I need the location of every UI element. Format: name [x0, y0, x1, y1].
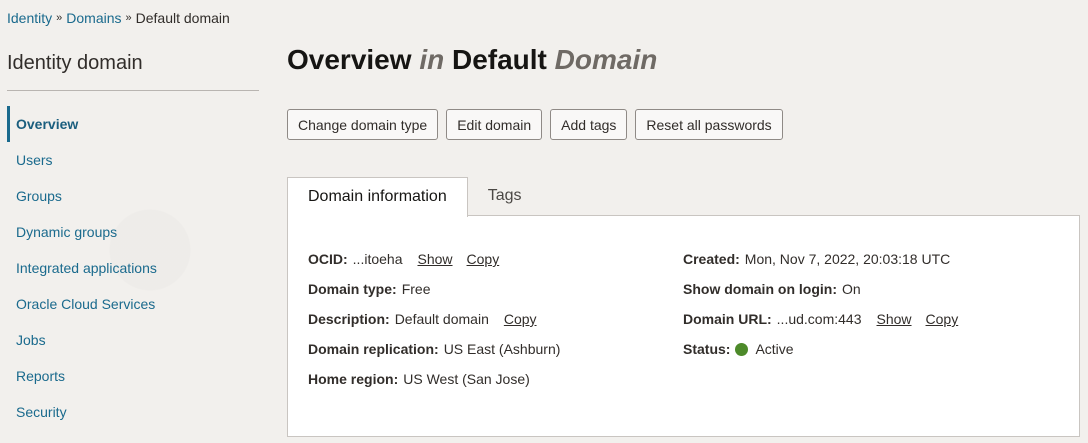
breadcrumb-separator: » — [56, 12, 63, 24]
status-active-icon — [735, 342, 749, 356]
title-overview: Overview — [287, 44, 412, 75]
home-region-row: Home region: US West (San Jose) — [308, 364, 560, 394]
ocid-label: OCID: — [308, 251, 348, 267]
action-bar: Change domain type Edit domain Add tags … — [287, 109, 783, 140]
title-in: in — [419, 44, 445, 75]
ocid-copy-link[interactable]: Copy — [467, 244, 500, 274]
sidebar-item-reports[interactable]: Reports — [0, 358, 260, 394]
sidebar-item-security[interactable]: Security — [0, 394, 260, 430]
change-domain-type-button[interactable]: Change domain type — [287, 109, 439, 140]
domain-replication-value: US East (Ashburn) — [443, 341, 561, 357]
description-row: Description: Default domain Copy — [308, 304, 560, 334]
ocid-row: OCID: ...itoeha Show Copy — [308, 244, 560, 274]
sidebar-item-groups[interactable]: Groups — [0, 178, 260, 214]
domain-replication-label: Domain replication: — [308, 341, 439, 357]
sidebar-item-oracle-cloud-services[interactable]: Oracle Cloud Services — [0, 286, 260, 322]
domain-url-value: ...ud.com:443 — [776, 311, 862, 327]
breadcrumb-current: Default domain — [135, 10, 230, 26]
domain-type-value: Free — [401, 281, 431, 297]
domain-url-show-link[interactable]: Show — [877, 304, 912, 334]
sidebar-title: Identity domain — [7, 52, 143, 74]
reset-all-passwords-button[interactable]: Reset all passwords — [635, 109, 783, 140]
breadcrumb-identity-link[interactable]: Identity — [7, 10, 52, 26]
tab-tags[interactable]: Tags — [468, 177, 542, 216]
created-label: Created: — [683, 251, 740, 267]
description-value: Default domain — [394, 311, 489, 327]
sidebar: Identity domain Overview Users Groups Dy… — [0, 46, 260, 420]
domain-url-copy-link[interactable]: Copy — [926, 304, 959, 334]
breadcrumb: Identity » Domains » Default domain — [7, 10, 230, 26]
description-label: Description: — [308, 311, 390, 327]
created-row: Created: Mon, Nov 7, 2022, 20:03:18 UTC — [683, 244, 958, 274]
sidebar-item-overview[interactable]: Overview — [0, 106, 260, 142]
description-copy-link[interactable]: Copy — [504, 304, 537, 334]
created-value: Mon, Nov 7, 2022, 20:03:18 UTC — [744, 251, 951, 267]
tab-domain-information[interactable]: Domain information — [287, 177, 468, 217]
sidebar-nav: Overview Users Groups Dynamic groups Int… — [0, 106, 260, 430]
show-domain-on-login-label: Show domain on login: — [683, 281, 837, 297]
breadcrumb-domains-link[interactable]: Domains — [66, 10, 121, 26]
page-title: Overview in Default Domain — [287, 44, 657, 76]
add-tags-button[interactable]: Add tags — [550, 109, 628, 140]
show-domain-on-login-value: On — [841, 281, 861, 297]
domain-url-label: Domain URL: — [683, 311, 772, 327]
sidebar-divider — [7, 90, 259, 91]
info-column-right: Created: Mon, Nov 7, 2022, 20:03:18 UTC … — [683, 244, 958, 364]
ocid-value: ...itoeha — [352, 251, 403, 267]
edit-domain-button[interactable]: Edit domain — [446, 109, 543, 140]
ocid-show-link[interactable]: Show — [418, 244, 453, 274]
status-row: Status: Active — [683, 334, 958, 364]
show-domain-on-login-row: Show domain on login: On — [683, 274, 958, 304]
domain-type-row: Domain type: Free — [308, 274, 560, 304]
domain-url-row: Domain URL: ...ud.com:443 Show Copy — [683, 304, 958, 334]
sidebar-item-users[interactable]: Users — [0, 142, 260, 178]
domain-type-label: Domain type: — [308, 281, 397, 297]
domain-replication-row: Domain replication: US East (Ashburn) — [308, 334, 560, 364]
status-label: Status: — [683, 341, 731, 357]
tab-bar: Domain information Tags — [287, 177, 542, 217]
sidebar-item-jobs[interactable]: Jobs — [0, 322, 260, 358]
info-column-left: OCID: ...itoeha Show Copy Domain type: F… — [308, 244, 560, 394]
home-region-label: Home region: — [308, 371, 399, 387]
title-default: Default — [451, 44, 547, 75]
sidebar-item-dynamic-groups[interactable]: Dynamic groups — [0, 214, 260, 250]
domain-information-panel: OCID: ...itoeha Show Copy Domain type: F… — [287, 215, 1080, 437]
breadcrumb-separator: » — [125, 12, 132, 24]
home-region-value: US West (San Jose) — [403, 371, 530, 387]
sidebar-item-integrated-applications[interactable]: Integrated applications — [0, 250, 260, 286]
status-value: Active — [755, 341, 794, 357]
title-domain: Domain — [554, 44, 658, 75]
